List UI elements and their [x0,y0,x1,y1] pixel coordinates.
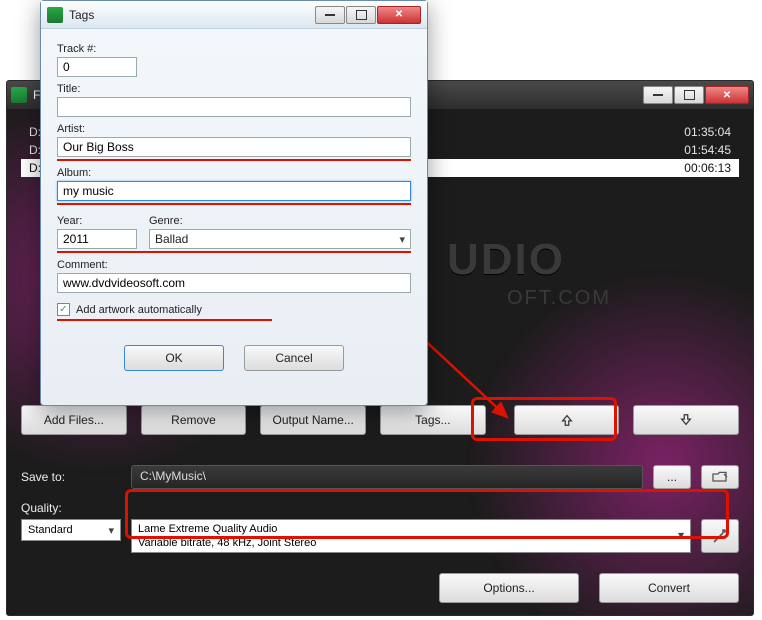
genre-value: Ballad [155,232,188,246]
album-input[interactable] [57,181,411,201]
minimize-button[interactable] [643,86,673,104]
file-duration: 01:35:04 [661,125,731,139]
title-input[interactable] [57,97,411,117]
comment-input[interactable] [57,273,411,293]
title-label: Title: [57,83,411,95]
dialog-minimize-button[interactable] [315,6,345,24]
add-artwork-label: Add artwork automatically [76,304,202,316]
maximize-button[interactable] [674,86,704,104]
app-icon [47,7,63,23]
artist-label: Artist: [57,123,411,135]
chevron-down-icon [399,232,405,246]
bottom-buttons-row: Options... Convert [21,573,739,603]
quality-preset-select[interactable]: Standard [21,519,121,541]
move-down-button[interactable] [633,405,739,435]
open-folder-button[interactable] [701,465,739,489]
quality-label: Quality: [21,501,121,515]
save-to-row: Save to: C:\MyMusic\ ... [21,465,739,489]
save-to-label: Save to: [21,470,121,484]
cancel-button[interactable]: Cancel [244,345,344,371]
action-buttons-row: Add Files... Remove Output Name... Tags.… [21,405,739,435]
annotation-underline [57,159,411,161]
annotation-highlight [471,397,617,441]
options-button[interactable]: Options... [439,573,579,603]
album-label: Album: [57,167,411,179]
dialog-title: Tags [69,8,315,22]
brand-subtext: OFT.COM [507,287,611,310]
annotation-underline [57,203,411,205]
dialog-titlebar[interactable]: Tags [41,1,427,29]
genre-select[interactable]: Ballad [149,229,411,249]
arrow-down-icon [679,413,693,427]
add-artwork-checkbox[interactable]: ✓ [57,303,70,316]
brand-text: UDIO [447,235,565,285]
annotation-underline [57,319,272,321]
annotation-highlight [125,489,729,539]
dialog-close-button[interactable] [377,6,421,24]
year-label: Year: [57,215,137,227]
close-button[interactable] [705,86,749,104]
file-duration: 00:06:13 [661,161,731,175]
add-files-button[interactable]: Add Files... [21,405,127,435]
dialog-maximize-button[interactable] [346,6,376,24]
tags-button[interactable]: Tags... [380,405,486,435]
artist-input[interactable] [57,137,411,157]
genre-label: Genre: [149,215,411,227]
track-label: Track #: [57,43,411,55]
annotation-underline [57,251,411,253]
remove-button[interactable]: Remove [141,405,247,435]
ok-button[interactable]: OK [124,345,224,371]
tags-dialog: Tags Track #: Title: Artist: Album: Year… [40,0,428,406]
dialog-body: Track #: Title: Artist: Album: Year: Gen… [41,29,427,383]
quality-preset-value: Standard [28,524,73,536]
track-input[interactable] [57,57,137,77]
file-duration: 01:54:45 [661,143,731,157]
convert-button[interactable]: Convert [599,573,739,603]
chevron-down-icon [108,524,114,537]
save-to-path[interactable]: C:\MyMusic\ [131,465,643,489]
year-input[interactable] [57,229,137,249]
folder-open-icon [712,471,728,483]
browse-button[interactable]: ... [653,465,691,489]
comment-label: Comment: [57,259,411,271]
output-name-button[interactable]: Output Name... [260,405,366,435]
